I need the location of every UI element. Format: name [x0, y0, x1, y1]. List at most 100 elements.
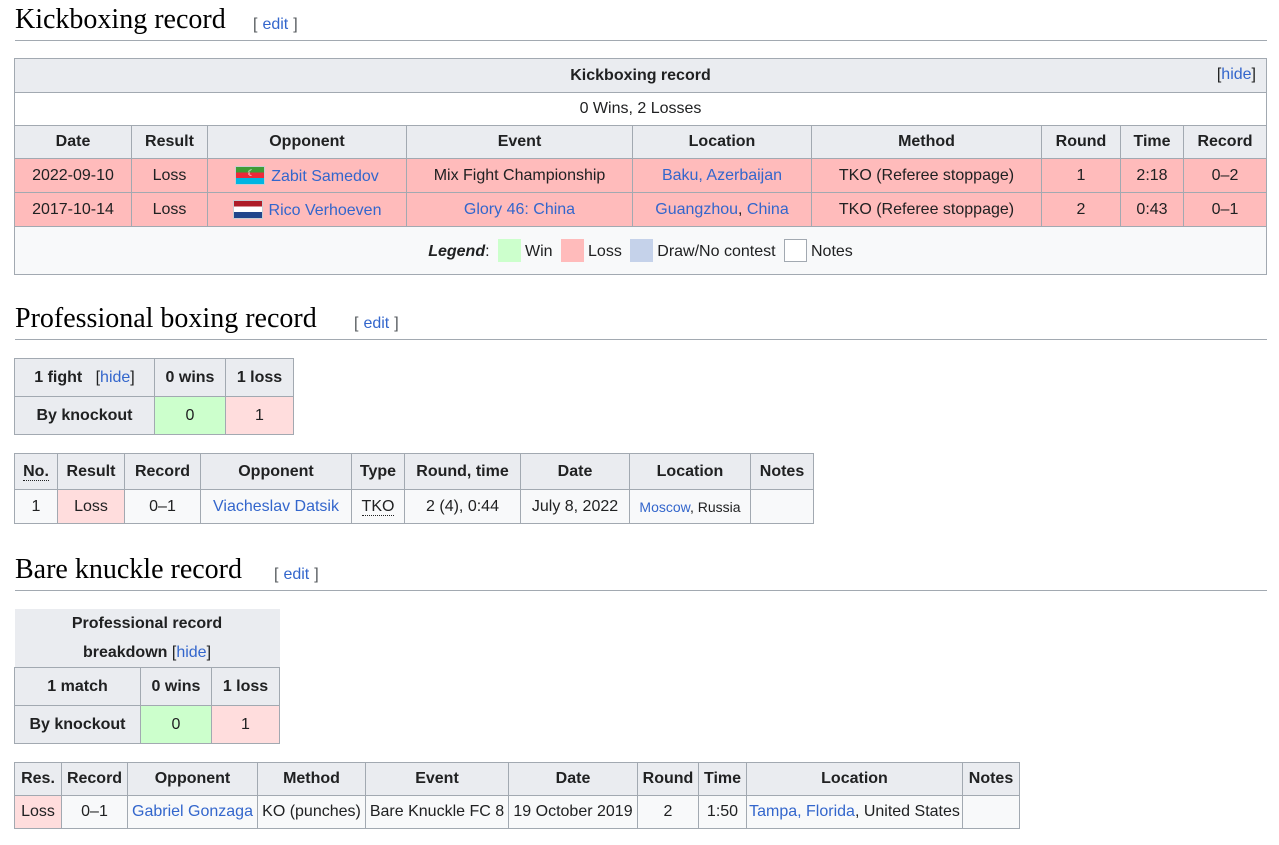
- edit-link-container: [edit]: [354, 315, 399, 332]
- edit-link[interactable]: edit: [358, 315, 394, 332]
- location-separator: ,: [738, 200, 747, 218]
- number-abbr: No.: [23, 462, 49, 481]
- matches-count: 1 match: [14, 667, 141, 706]
- event-link[interactable]: Glory 46: China: [464, 201, 575, 218]
- column-header: Record: [124, 453, 201, 490]
- location-cell: Tampa, Florida, United States: [746, 795, 963, 829]
- round-cell: 1: [1041, 158, 1121, 193]
- boxing-section-heading: Professional boxing record [edit]: [15, 299, 1267, 340]
- legend-swatch-notes: [783, 239, 807, 262]
- column-header: Date: [508, 762, 638, 796]
- ko-wins-cell: 0: [154, 396, 226, 435]
- column-header: Method: [257, 762, 366, 796]
- edit-link[interactable]: edit: [278, 566, 314, 583]
- legend-swatch-win: [498, 239, 521, 262]
- hide-toggle: [hide]: [171, 644, 212, 661]
- boxing-summary-table: 1 fight [hide] 0 wins 1 loss By knockout…: [14, 358, 294, 435]
- table-row: 2017-10-14 Loss Rico Verhoeven Glory 46:…: [14, 192, 1267, 227]
- opponent-link[interactable]: Viacheslav Datsik: [213, 498, 339, 515]
- legend-item-label: Win: [525, 243, 553, 260]
- fights-count-cell: 1 fight [hide]: [14, 358, 155, 397]
- ko-losses-cell: 1: [225, 396, 294, 435]
- wins-header: 0 wins: [140, 667, 212, 706]
- location-link[interactable]: Moscow: [639, 499, 690, 515]
- notes-cell: [750, 489, 814, 524]
- record-cell: 0–1: [61, 795, 128, 829]
- kickboxing-record-table: Kickboxing record [hide] 0 Wins, 2 Losse…: [14, 58, 1267, 275]
- edit-link[interactable]: edit: [257, 16, 293, 33]
- legend-item-label: Notes: [810, 243, 853, 260]
- result-cell: Loss: [14, 795, 62, 829]
- column-header: Notes: [962, 762, 1020, 796]
- opponent-cell: Viacheslav Datsik: [200, 489, 352, 524]
- legend-colon: :: [485, 243, 490, 260]
- table-row: 1 Loss 0–1 Viacheslav Datsik TKO 2 (4), …: [14, 489, 814, 524]
- column-header: Record: [61, 762, 128, 796]
- round-cell: 2: [1041, 192, 1121, 227]
- hide-link[interactable]: hide: [176, 644, 206, 661]
- opponent-link[interactable]: Zabit Samedov: [271, 168, 379, 185]
- table-row: 2022-09-10 Loss Zabit Samedov Mix Fight …: [14, 158, 1267, 193]
- column-header: Location: [629, 453, 751, 490]
- method-cell: TKO (Referee stoppage): [811, 192, 1042, 227]
- location-city-link[interactable]: Guangzhou: [655, 201, 738, 218]
- record-summary: 0 Wins, 2 Losses: [14, 92, 1267, 126]
- location-rest: , United States: [854, 803, 960, 820]
- column-header: Date: [520, 453, 630, 490]
- number-cell: 1: [14, 489, 58, 524]
- column-header: Time: [698, 762, 747, 796]
- losses-header: 1 loss: [225, 358, 294, 397]
- column-header: Method: [811, 125, 1042, 159]
- table-row: Loss 0–1 Gabriel Gonzaga KO (punches) Ba…: [14, 795, 1020, 829]
- location-cell: Moscow, Russia: [629, 489, 751, 524]
- round-time-cell: 2 (4), 0:44: [404, 489, 521, 524]
- result-cell: Loss: [131, 158, 208, 193]
- method-cell: TKO (Referee stoppage): [811, 158, 1042, 193]
- result-cell: Loss: [57, 489, 125, 524]
- opponent-link[interactable]: Rico Verhoeven: [269, 202, 382, 219]
- round-cell: 2: [637, 795, 699, 829]
- event-cell: Glory 46: China: [406, 192, 633, 227]
- location-link[interactable]: Baku, Azerbaijan: [662, 167, 782, 184]
- legend-item-label: Draw/No contest: [657, 243, 776, 260]
- azerbaijan-flag-icon: [235, 165, 266, 185]
- column-header: Location: [746, 762, 963, 796]
- event-cell: Bare Knuckle FC 8: [365, 795, 509, 829]
- record-cell: 0–1: [124, 489, 201, 524]
- edit-link-container: [edit]: [274, 566, 319, 583]
- section-title: Kickboxing record: [15, 4, 226, 35]
- legend-swatch-loss: [561, 239, 585, 262]
- breakdown-title-cell: Professional record breakdown [hide]: [14, 609, 280, 668]
- record-cell: 0–2: [1183, 158, 1267, 193]
- opponent-cell: Gabriel Gonzaga: [127, 795, 258, 829]
- hide-link[interactable]: hide: [100, 369, 130, 386]
- column-header: Location: [632, 125, 812, 159]
- opponent-link[interactable]: Gabriel Gonzaga: [132, 803, 253, 820]
- legend-label: Legend: [428, 243, 486, 260]
- opponent-cell: Zabit Samedov: [207, 158, 407, 193]
- method-header: By knockout: [14, 396, 155, 435]
- losses-header: 1 loss: [211, 667, 280, 706]
- column-header: Opponent: [207, 125, 407, 159]
- fights-count: 1 fight: [34, 368, 83, 386]
- hide-toggle: [hide]: [95, 368, 135, 386]
- table-title: Kickboxing record: [570, 66, 711, 84]
- legend: Legend: Win Loss Draw/No contest Notes: [428, 239, 853, 262]
- location-country-link[interactable]: China: [747, 201, 789, 218]
- section-title: Professional boxing record: [15, 303, 317, 334]
- location-link[interactable]: Tampa, Florida: [749, 803, 855, 820]
- ko-wins-cell: 0: [140, 705, 212, 744]
- time-cell: 1:50: [698, 795, 747, 829]
- bare-knuckle-summary-table: Professional record breakdown [hide] 1 m…: [14, 609, 280, 744]
- column-header: Opponent: [127, 762, 258, 796]
- record-cell: 0–1: [1183, 192, 1267, 227]
- legend-item-label: Loss: [588, 243, 622, 260]
- column-header: No.: [14, 453, 58, 490]
- wins-header: 0 wins: [154, 358, 226, 397]
- hide-link[interactable]: hide: [1221, 66, 1251, 83]
- legend-row: Legend: Win Loss Draw/No contest Notes: [14, 226, 1267, 275]
- column-header: Event: [365, 762, 509, 796]
- time-cell: 2:18: [1120, 158, 1184, 193]
- boxing-record-table: No. Result Record Opponent Type Round, t…: [14, 453, 814, 524]
- breakdown-title: Professional record: [71, 615, 223, 632]
